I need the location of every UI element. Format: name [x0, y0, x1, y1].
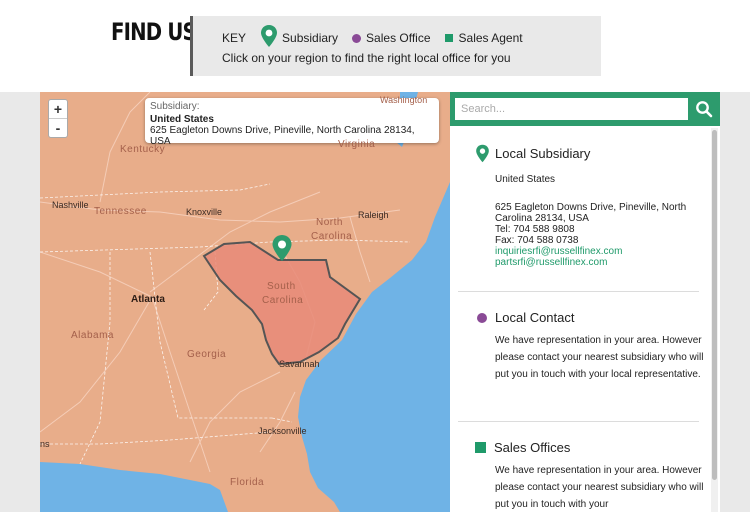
key-legend: KEY Subsidiary Sales Office Sales Agent [222, 25, 523, 48]
search-button[interactable] [690, 95, 717, 123]
subsidiary-email-inquiries-link[interactable]: inquiriesrfi@russellfinex.com [495, 246, 715, 257]
section-sales-offices: Sales Offices We have representation in … [475, 440, 715, 513]
scrollbar-thumb[interactable] [712, 130, 717, 480]
panel-scrollbar[interactable] [711, 128, 718, 512]
subsidiary-email-parts-link[interactable]: partsrfi@russellfinex.com [495, 257, 715, 268]
subsidiary-address-line2: Carolina 28134, USA [495, 213, 589, 224]
local-subsidiary-heading: Local Subsidiary [495, 146, 591, 161]
map-label-savannah: Savannah [279, 359, 320, 369]
subsidiary-map-pin-icon[interactable] [271, 234, 293, 262]
map-label-south: South [267, 281, 296, 292]
sales-offices-text: We have representation in your area. How… [495, 465, 704, 510]
search-icon [695, 101, 712, 118]
map-label-washington: Washington [380, 95, 428, 105]
map-label-florida: Florida [230, 477, 265, 488]
page-title: FIND US [111, 18, 197, 46]
map-label-atlanta: Atlanta [131, 294, 165, 305]
subsidiary-fax: Fax: 704 588 0738 [495, 235, 579, 246]
section-divider [458, 421, 699, 422]
subsidiary-country: United States [495, 174, 556, 185]
right-gutter [720, 92, 750, 512]
map-key: KEY Subsidiary Sales Office Sales Agent … [190, 16, 601, 76]
legend-subsidiary: Subsidiary [282, 31, 339, 45]
subsidiary-tel: Tel: 704 588 9808 [495, 224, 575, 235]
zoom-control: + - [48, 99, 68, 138]
zoom-in-button[interactable]: + [49, 100, 67, 118]
subsidiary-pin-icon [261, 25, 278, 47]
map-label-north: North [316, 217, 343, 228]
map-label-georgia: Georgia [187, 349, 227, 360]
local-contact-heading: Local Contact [495, 310, 575, 325]
results-panel: Local Subsidiary United States 625 Eagle… [450, 92, 720, 512]
map-label-jacksonville: Jacksonville [258, 426, 307, 436]
popup-name: United States [150, 114, 214, 125]
sales-agent-square-icon [444, 34, 453, 42]
map-label-virginia: Virginia [338, 139, 376, 150]
map-label-nashville: Nashville [52, 200, 89, 210]
map-label-kentucky: Kentucky [120, 144, 166, 155]
map-label-north-carolina: Carolina [311, 231, 353, 242]
map-label-edge: ns [40, 439, 50, 449]
local-contact-text: We have representation in your area. How… [495, 335, 704, 380]
map-label-alabama: Alabama [71, 330, 114, 341]
zoom-out-button[interactable]: - [49, 118, 67, 137]
left-gutter [0, 92, 40, 512]
sales-office-dot-icon [477, 312, 487, 323]
sales-office-dot-icon [352, 33, 362, 43]
section-local-contact: Local Contact We have representation in … [475, 310, 715, 383]
legend-sales-agent: Sales Agent [458, 31, 523, 45]
map-canvas[interactable] [40, 92, 450, 512]
map-label-tennessee: Tennessee [94, 206, 147, 217]
section-divider [458, 291, 699, 292]
popup-address: 625 Eagleton Downs Drive, Pineville, Nor… [150, 125, 415, 147]
legend-sales-office: Sales Office [366, 31, 431, 45]
search-bar [450, 92, 720, 126]
section-local-subsidiary: Local Subsidiary United States 625 Eagle… [475, 144, 715, 268]
subsidiary-pin-icon [476, 144, 489, 163]
sales-agent-square-icon [475, 442, 486, 453]
subsidiary-address-line1: 625 Eagleton Downs Drive, Pineville, Nor… [495, 202, 687, 213]
key-label: KEY [222, 31, 247, 45]
map-label-knoxville: Knoxville [186, 207, 223, 217]
region-map[interactable]: + - Subsidiary: United States 625 Eaglet… [40, 92, 450, 512]
map-label-south-carolina: Carolina [262, 295, 304, 306]
search-input[interactable] [455, 98, 688, 120]
key-description: Click on your region to find the right l… [222, 51, 511, 65]
map-label-raleigh: Raleigh [358, 210, 389, 220]
sales-offices-heading: Sales Offices [494, 440, 571, 455]
page-header: FIND US KEY Subsidiary Sales Office Sale… [0, 0, 750, 92]
